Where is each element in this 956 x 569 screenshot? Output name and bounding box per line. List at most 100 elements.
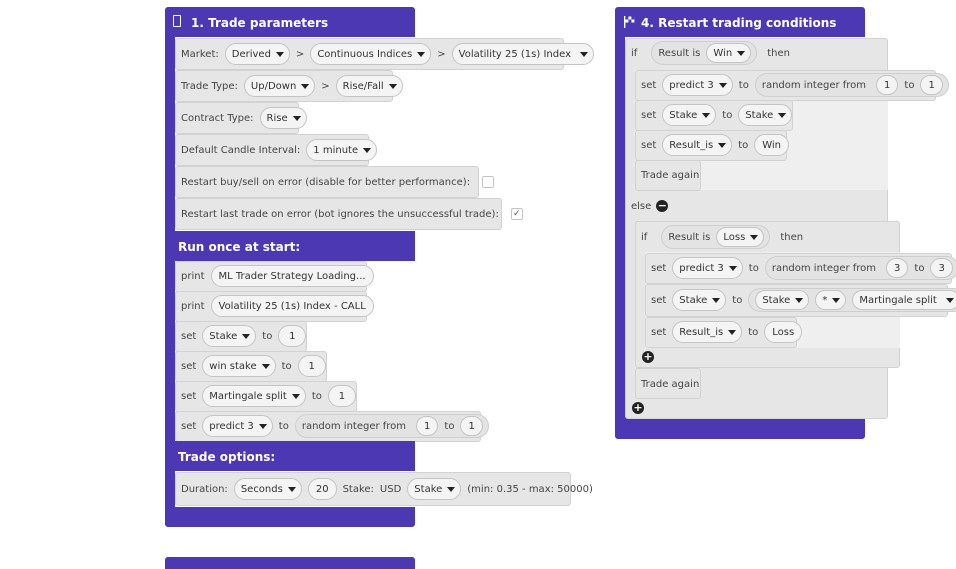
contract-type-dropdown[interactable]: Rise	[259, 107, 307, 129]
chevron-down-icon	[580, 51, 588, 57]
candle-interval-dropdown[interactable]: 1 minute	[306, 139, 378, 161]
chevron-down-icon	[832, 297, 841, 303]
contract-type-label: Contract Type:	[181, 112, 254, 124]
restart-buysell-checkbox[interactable]	[482, 176, 495, 188]
chevron-down-icon	[728, 329, 737, 335]
random-integer-block[interactable]: random integer from 1 to 1	[754, 73, 949, 97]
chevron-down-icon	[737, 50, 746, 56]
chevron-down-icon	[795, 297, 804, 303]
print-text-input[interactable]: ML Trader Strategy Loading...	[210, 265, 374, 287]
variable-dropdown[interactable]: Result_is	[662, 134, 733, 156]
left-operand-dropdown[interactable]: Stake	[755, 290, 810, 310]
block-menu-icon	[173, 15, 181, 27]
next-block-header[interactable]	[165, 557, 415, 569]
chevron-down-icon	[750, 234, 759, 240]
chevron-down-icon	[242, 333, 251, 339]
right-operand-dropdown[interactable]: Martingale split	[852, 290, 956, 310]
restart-buysell-label: Restart buy/sell on error (disable for b…	[181, 176, 471, 188]
add-else-if-icon[interactable]: +	[642, 351, 654, 363]
trade-parameters-title: 1. Trade parameters	[191, 16, 329, 30]
number-input[interactable]: 1	[327, 385, 356, 407]
add-else-if-icon[interactable]: +	[632, 402, 644, 414]
chevron-down-icon	[292, 115, 301, 121]
trade-parameters-header[interactable]: 1. Trade parameters	[165, 7, 415, 37]
restart-conditions-block[interactable]: 4. Restart trading conditions if Result …	[615, 0, 956, 445]
chevron-down-icon	[945, 297, 954, 303]
variable-dropdown[interactable]: Martingale split	[202, 385, 306, 407]
symbol-dropdown[interactable]: Volatility 25 (1s) Index	[451, 43, 594, 65]
chevron-down-icon	[718, 142, 727, 148]
trade-type-dropdown[interactable]: Rise/Fall	[335, 75, 403, 97]
number-input[interactable]: 3	[886, 258, 909, 278]
value-dropdown[interactable]: Stake	[738, 104, 793, 126]
remove-else-icon[interactable]: −	[656, 200, 669, 212]
number-input[interactable]: 3	[930, 258, 953, 278]
stake-dropdown[interactable]: Stake	[407, 478, 462, 500]
chevron-down-icon	[363, 147, 372, 153]
market-dropdown[interactable]: Derived	[224, 43, 290, 65]
number-input[interactable]: 1	[278, 325, 307, 347]
market-label: Market:	[181, 48, 219, 60]
chevron-down-icon	[388, 83, 397, 89]
random-integer-block[interactable]: random integer from 1 to 1	[294, 414, 489, 438]
spine	[615, 37, 625, 432]
variable-dropdown[interactable]: Stake	[672, 289, 727, 311]
chevron-down-icon	[301, 83, 310, 89]
chevron-down-icon	[778, 112, 787, 118]
variable-dropdown[interactable]: predict 3	[672, 257, 743, 279]
arithmetic-block[interactable]: Stake * Martingale split	[748, 288, 956, 312]
restart-last-label: Restart last trade on error (bot ignores…	[181, 208, 499, 220]
variable-dropdown[interactable]: Stake	[202, 325, 257, 347]
chevron-down-icon	[712, 297, 721, 303]
trade-options-title: Trade options:	[178, 450, 276, 464]
chevron-down-icon	[287, 486, 296, 492]
flag-icon	[623, 16, 635, 31]
duration-input[interactable]: 20	[307, 478, 337, 500]
number-input[interactable]: 1	[460, 416, 483, 436]
trade-parameters-block[interactable]: 1. Trade parameters Market: Derived > Co…	[165, 0, 594, 530]
block-footer	[615, 417, 865, 439]
spine	[165, 37, 175, 232]
chevron-down-icon	[718, 82, 727, 88]
duration-unit-dropdown[interactable]: Seconds	[233, 478, 302, 500]
variable-dropdown[interactable]: predict 3	[202, 415, 273, 437]
result-dropdown[interactable]: Loss	[716, 227, 765, 247]
submarket-dropdown[interactable]: Continuous Indices	[310, 43, 432, 65]
stake-limits: (min: 0.35 - max: 50000)	[467, 483, 593, 495]
text-input[interactable]: Loss	[764, 321, 803, 343]
candle-interval-label: Default Candle Interval:	[181, 144, 301, 156]
chevron-down-icon	[275, 51, 284, 57]
print-text-input[interactable]: Volatility 25 (1s) Index - CALL	[210, 295, 374, 317]
chevron-down-icon	[261, 363, 270, 369]
operator-dropdown[interactable]: *	[815, 290, 847, 310]
number-input[interactable]: 1	[876, 75, 899, 95]
random-integer-block[interactable]: random integer from 3 to 3	[764, 256, 956, 280]
chevron-down-icon	[258, 423, 267, 429]
variable-dropdown[interactable]: Stake	[662, 104, 717, 126]
run-once-title: Run once at start:	[178, 240, 301, 254]
trade-options-header: Trade options:	[165, 441, 415, 471]
run-once-header: Run once at start:	[165, 231, 415, 261]
spine	[165, 260, 175, 442]
number-input[interactable]: 1	[297, 355, 326, 377]
number-input[interactable]: 1	[416, 416, 439, 436]
chevron-down-icon	[447, 486, 456, 492]
variable-dropdown[interactable]: predict 3	[662, 74, 733, 96]
spine	[165, 470, 175, 508]
restart-conditions-header[interactable]: 4. Restart trading conditions	[615, 7, 865, 37]
text-input[interactable]: Win	[754, 134, 790, 156]
result-condition[interactable]: Result is Loss	[661, 225, 771, 249]
variable-dropdown[interactable]: win stake	[202, 355, 276, 377]
chevron-down-icon	[728, 265, 737, 271]
chevron-down-icon	[417, 51, 426, 57]
restart-last-checkbox[interactable]: ✓	[510, 208, 523, 220]
result-condition[interactable]: Result is Win	[651, 41, 758, 65]
block-footer	[165, 507, 415, 527]
number-input[interactable]: 1	[920, 75, 943, 95]
chevron-down-icon	[702, 112, 711, 118]
variable-dropdown[interactable]: Result_is	[672, 321, 743, 343]
restart-conditions-title: 4. Restart trading conditions	[641, 16, 837, 30]
trade-category-dropdown[interactable]: Up/Down	[243, 75, 316, 97]
result-dropdown[interactable]: Win	[706, 43, 752, 63]
chevron-down-icon	[291, 393, 300, 399]
